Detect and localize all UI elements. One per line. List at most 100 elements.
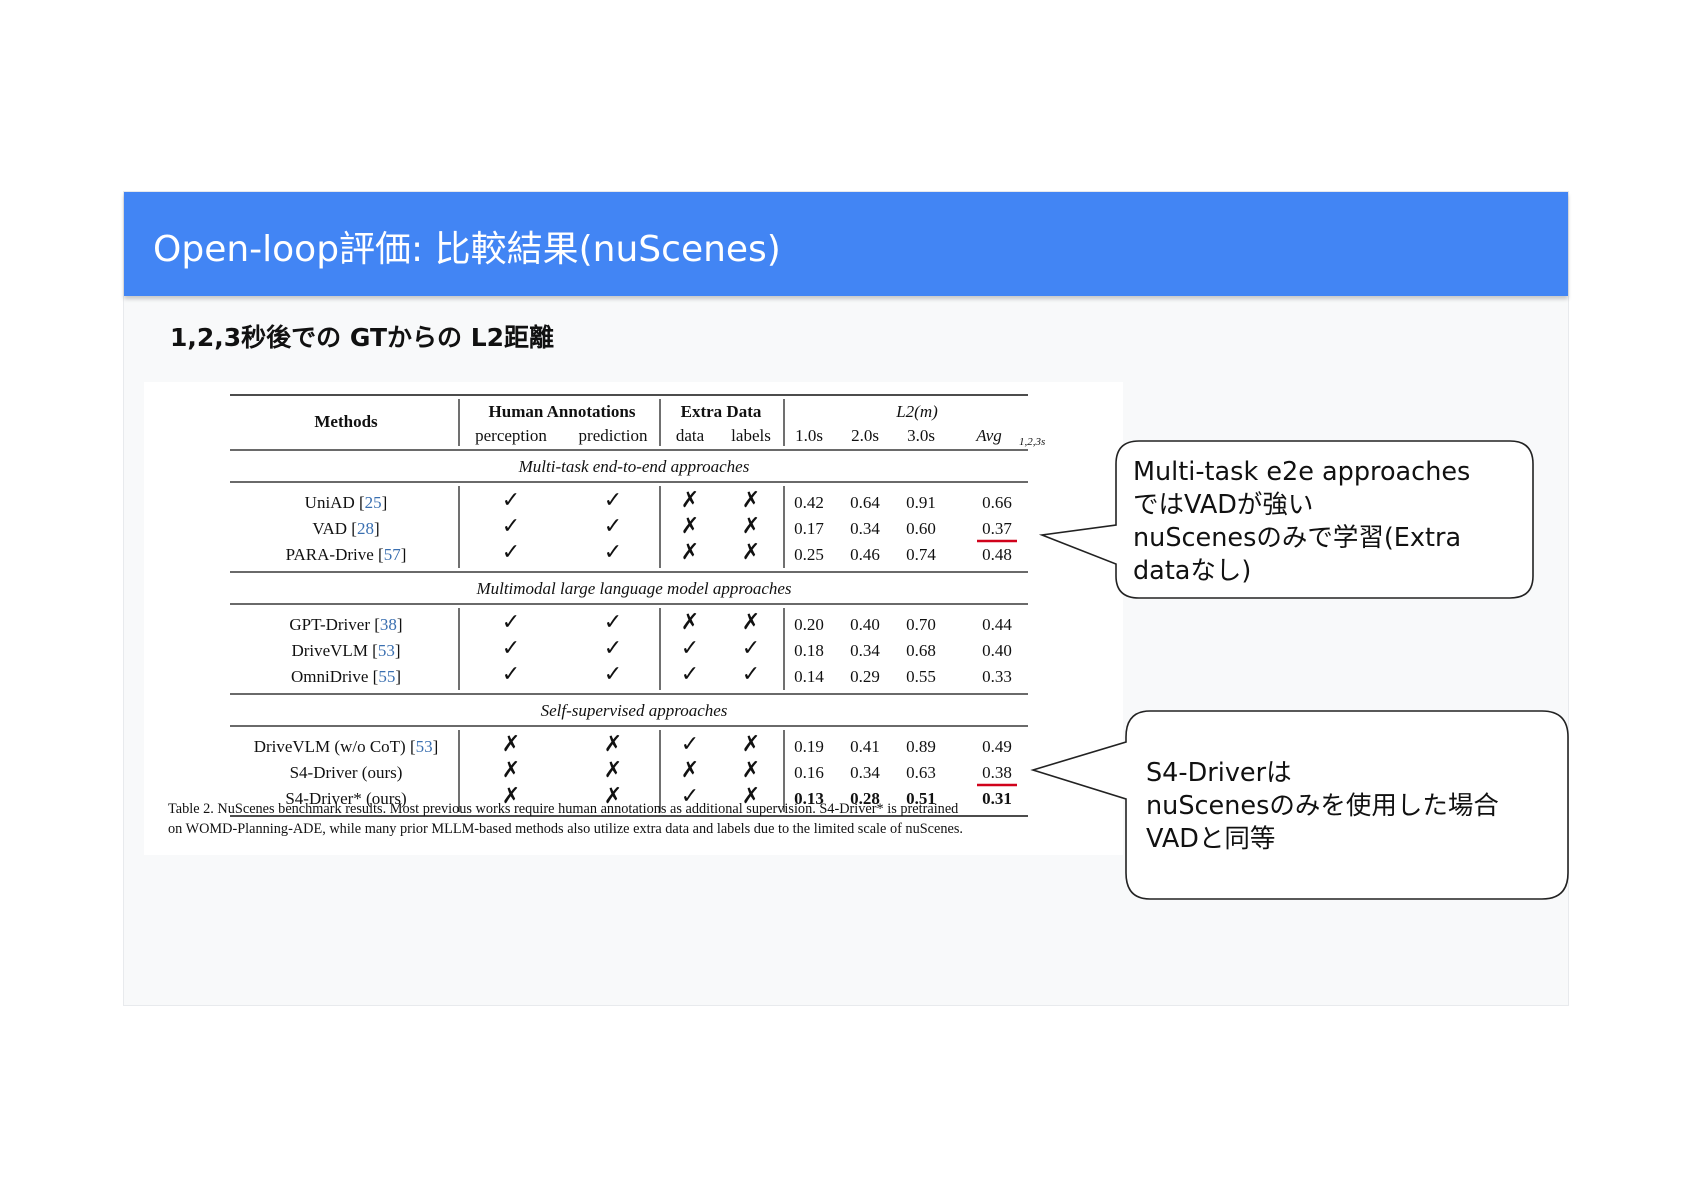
- value-1s: 0.17: [794, 519, 824, 538]
- value-1s: 0.16: [794, 763, 824, 782]
- table-caption: Table 2. NuScenes benchmark results. Mos…: [168, 799, 1118, 839]
- value-3s: 0.89: [906, 737, 936, 756]
- results-table: Methods Human Annotations perception predic…: [230, 394, 1045, 817]
- value-2s: 0.34: [850, 519, 880, 538]
- method-name: VAD [28]: [312, 519, 379, 538]
- mark-prediction: ✓: [604, 513, 622, 538]
- method-name: S4-Driver (ours): [290, 763, 403, 782]
- header-methods: Methods: [314, 412, 378, 431]
- mark-labels: ✗: [742, 539, 760, 564]
- caption-line-2: on WOMD-Planning-ADE, while many prior M…: [168, 821, 964, 837]
- mark-data: ✓: [681, 731, 699, 756]
- mark-data: ✗: [681, 609, 699, 634]
- slide: Open-loop評価: 比較結果(nuScenes) 1,2,3秒後での GT…: [123, 191, 1569, 1006]
- value-avg: 0.49: [982, 737, 1012, 756]
- mark-data: ✗: [681, 487, 699, 512]
- callout-2-line-1: S4-Driverは: [1146, 758, 1292, 788]
- value-3s: 0.74: [906, 545, 936, 564]
- mark-perception: ✗: [502, 731, 520, 756]
- mark-prediction: ✓: [604, 609, 622, 634]
- mark-labels: ✗: [742, 757, 760, 782]
- header-data: data: [676, 426, 705, 445]
- citation-bracket: ]: [374, 519, 380, 538]
- mark-labels: ✗: [742, 487, 760, 512]
- group-title-0: Multi-task end-to-end approaches: [518, 457, 750, 476]
- value-1s: 0.25: [794, 545, 824, 564]
- callout-2-line-3: VADと同等: [1146, 824, 1276, 854]
- mark-labels: ✓: [742, 661, 760, 686]
- callout-2-line-2: nuScenesのみを使用した場合: [1146, 791, 1499, 821]
- mark-prediction: ✓: [604, 661, 622, 686]
- caption-line-1: Table 2. NuScenes benchmark results. Mos…: [168, 801, 959, 817]
- slide-header: Open-loop評価: 比較結果(nuScenes): [124, 192, 1568, 296]
- method-name: DriveVLM (w/o CoT) [53]: [254, 737, 439, 756]
- value-2s: 0.41: [850, 737, 880, 756]
- value-avg: 0.33: [982, 667, 1012, 686]
- value-2s: 0.29: [850, 667, 880, 686]
- citation-55: 55: [378, 667, 395, 686]
- citation-53: 53: [378, 641, 395, 660]
- value-3s: 0.55: [906, 667, 936, 686]
- header-t1: 1.0s: [795, 426, 823, 445]
- mark-perception: ✗: [502, 757, 520, 782]
- value-avg: 0.40: [982, 641, 1012, 660]
- callout-1-line-4: dataなし): [1133, 556, 1252, 586]
- value-avg: 0.38: [982, 763, 1012, 782]
- mark-prediction: ✗: [604, 731, 622, 756]
- mark-labels: ✗: [742, 731, 760, 756]
- value-3s: 0.68: [906, 641, 936, 660]
- mark-perception: ✓: [502, 539, 520, 564]
- header-labels: labels: [731, 426, 771, 445]
- value-3s: 0.70: [906, 615, 936, 634]
- mark-perception: ✓: [502, 661, 520, 686]
- mark-data: ✗: [681, 513, 699, 538]
- header-t2: 2.0s: [851, 426, 879, 445]
- header-t3: 3.0s: [907, 426, 935, 445]
- header-prediction: prediction: [579, 426, 648, 445]
- mark-data: ✓: [681, 635, 699, 660]
- group-title-1: Multimodal large language model approach…: [475, 579, 791, 598]
- group-title-2: Self-supervised approaches: [541, 701, 728, 720]
- citation-bracket: ]: [397, 615, 403, 634]
- value-avg: 0.44: [982, 615, 1012, 634]
- citation-28: 28: [357, 519, 374, 538]
- method-name: DriveVLM [53]: [291, 641, 400, 660]
- value-1s: 0.14: [794, 667, 824, 686]
- header-human-annotations: Human Annotations: [489, 402, 636, 421]
- header-perception: perception: [475, 426, 547, 445]
- slide-title: Open-loop評価: 比較結果(nuScenes): [153, 229, 781, 270]
- mark-labels: ✗: [742, 513, 760, 538]
- mark-prediction: ✓: [604, 487, 622, 512]
- header-l2: L2(m): [895, 402, 938, 421]
- value-3s: 0.91: [906, 493, 936, 512]
- value-2s: 0.34: [850, 641, 880, 660]
- callout-1-line-3: nuScenesのみで学習(Extra: [1133, 523, 1462, 553]
- mark-data: ✗: [681, 539, 699, 564]
- citation-38: 38: [380, 615, 397, 634]
- value-1s: 0.20: [794, 615, 824, 634]
- method-name: GPT-Driver [38]: [289, 615, 402, 634]
- citation-25: 25: [365, 493, 382, 512]
- value-1s: 0.42: [794, 493, 824, 512]
- mark-data: ✗: [681, 757, 699, 782]
- value-avg: 0.37: [982, 519, 1012, 538]
- citation-bracket: ]: [395, 641, 401, 660]
- method-name: UniAD [25]: [305, 493, 388, 512]
- callout-1-line-2: ではVADが強い: [1133, 490, 1314, 520]
- citation-bracket: ]: [433, 737, 439, 756]
- callout-1-text: Multi-task e2e approaches ではVADが強い nuSce…: [1133, 456, 1470, 588]
- method-name: PARA-Drive [57]: [286, 545, 407, 564]
- value-2s: 0.64: [850, 493, 880, 512]
- citation-bracket: ]: [401, 545, 407, 564]
- mark-prediction: ✓: [604, 539, 622, 564]
- value-2s: 0.46: [850, 545, 880, 564]
- mark-labels: ✓: [742, 635, 760, 660]
- mark-perception: ✓: [502, 609, 520, 634]
- mark-perception: ✓: [502, 513, 520, 538]
- value-2s: 0.34: [850, 763, 880, 782]
- mark-labels: ✗: [742, 609, 760, 634]
- value-avg: 0.48: [982, 545, 1012, 564]
- value-1s: 0.18: [794, 641, 824, 660]
- value-1s: 0.19: [794, 737, 824, 756]
- mark-prediction: ✓: [604, 635, 622, 660]
